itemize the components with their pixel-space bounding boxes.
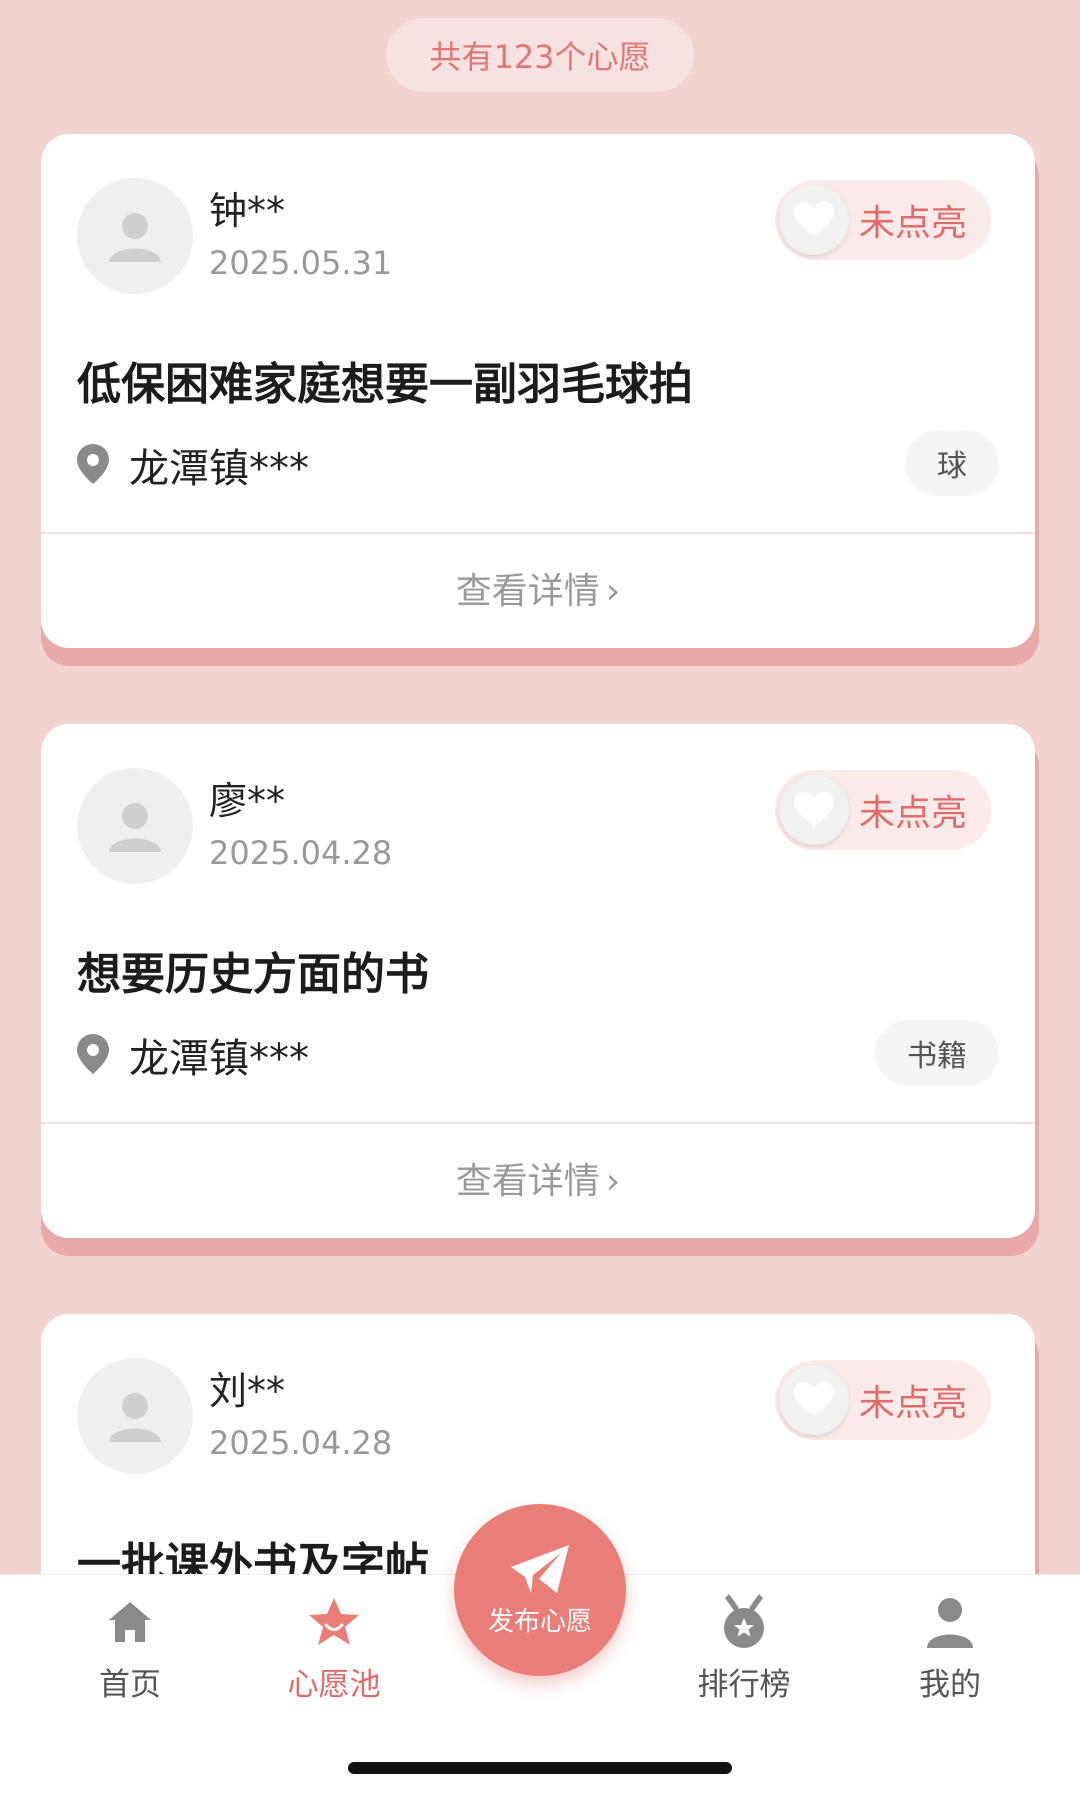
avatar <box>77 768 193 884</box>
avatar <box>77 1358 193 1474</box>
heart-icon <box>794 1382 834 1416</box>
paper-plane-icon <box>511 1544 569 1593</box>
wish-card[interactable]: 廖** 2025.04.28 未点亮 想要历史方面的书 龙潭镇*** 书籍 查看… <box>41 724 1039 1256</box>
wisher-name: 钟** <box>209 189 286 233</box>
heart-icon <box>794 792 834 826</box>
light-up-button[interactable]: 未点亮 <box>775 180 991 260</box>
wish-count-badge: 共有123个心愿 <box>386 18 694 92</box>
light-status: 未点亮 <box>859 1383 968 1424</box>
location-pin-icon <box>77 1034 109 1074</box>
avatar <box>77 178 193 294</box>
star-smile-icon <box>309 1598 359 1645</box>
wish-title: 想要历史方面的书 <box>77 949 429 1000</box>
wish-pool-page: 共有123个心愿 钟** 2025.05.31 未点亮 低保困难家庭想要一副羽毛… <box>0 0 1080 1798</box>
wish-date: 2025.05.31 <box>209 244 393 282</box>
tab-wish-pool[interactable]: 心愿池 <box>254 1589 414 1704</box>
light-status: 未点亮 <box>859 203 968 244</box>
tab-ranking-label: 排行榜 <box>697 1667 791 1703</box>
user-icon <box>109 213 161 262</box>
user-icon <box>109 803 161 852</box>
wisher-name: 刘** <box>209 1369 286 1413</box>
tab-home-label: 首页 <box>99 1667 161 1703</box>
wish-date: 2025.04.28 <box>209 1424 393 1462</box>
light-status: 未点亮 <box>859 793 968 834</box>
view-details-link[interactable]: 查看详情 › <box>41 562 1035 614</box>
tab-wish-pool-label: 心愿池 <box>287 1667 381 1703</box>
user-icon <box>109 1393 161 1442</box>
medal-icon <box>724 1594 764 1648</box>
chevron-right-icon: › <box>605 1161 621 1202</box>
divider <box>41 1122 1035 1124</box>
tab-mine[interactable]: 我的 <box>870 1589 1030 1704</box>
wish-tag: 球 <box>905 430 999 496</box>
wish-location: 龙潭镇*** <box>129 446 309 492</box>
home-icon <box>109 1602 151 1642</box>
tab-home[interactable]: 首页 <box>50 1589 210 1704</box>
wish-date: 2025.04.28 <box>209 834 393 872</box>
publish-wish-button[interactable]: 发布心愿 <box>454 1504 626 1676</box>
person-icon <box>927 1598 973 1648</box>
location-pin-icon <box>77 444 109 484</box>
view-details-link[interactable]: 查看详情 › <box>41 1152 1035 1204</box>
tab-mine-label: 我的 <box>919 1667 981 1703</box>
wish-location: 龙潭镇*** <box>129 1036 309 1082</box>
heart-icon <box>794 202 834 236</box>
wisher-name: 廖** <box>209 779 286 823</box>
light-up-button[interactable]: 未点亮 <box>775 770 991 850</box>
wish-tag: 书籍 <box>875 1020 999 1086</box>
divider <box>41 532 1035 534</box>
wish-title: 低保困难家庭想要一副羽毛球拍 <box>77 359 693 410</box>
wish-card[interactable]: 钟** 2025.05.31 未点亮 低保困难家庭想要一副羽毛球拍 龙潭镇***… <box>41 134 1039 666</box>
publish-wish-label: 发布心愿 <box>487 1606 592 1637</box>
tab-ranking[interactable]: 排行榜 <box>664 1589 824 1704</box>
light-up-button[interactable]: 未点亮 <box>775 1360 991 1440</box>
home-indicator <box>348 1762 732 1774</box>
chevron-right-icon: › <box>605 571 621 612</box>
